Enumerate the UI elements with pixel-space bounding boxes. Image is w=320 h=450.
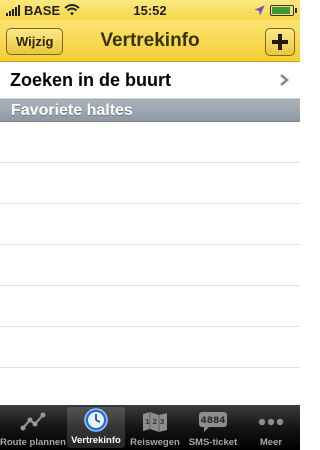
location-arrow-icon [254,5,265,15]
clock-icon [81,407,111,433]
status-bar: BASE 15:52 [0,0,300,20]
status-left: BASE [6,3,116,18]
more-icon [256,409,286,435]
empty-list-row [0,122,300,163]
status-time: 15:52 [133,2,167,18]
tab-bar: Route plannen Vertrekinfo 1 2 3 Reiswege… [0,405,300,450]
tab-label: Vertrekinfo [71,435,121,446]
tab-route-planner[interactable]: Route plannen [0,405,66,450]
tab-departure-info[interactable]: Vertrekinfo [66,407,125,448]
add-button[interactable] [265,28,295,56]
empty-list-row [0,327,300,368]
signal-icon [6,4,20,16]
navigation-bar: Wijzig Vertrekinfo [0,20,300,62]
app-screen: BASE 15:52 Wijzig Vertrekinfo Zoeken in … [0,0,300,450]
tab-routes[interactable]: 1 2 3 Reiswegen [126,405,184,450]
carrier-name: BASE [24,2,61,18]
chevron-right-icon [280,74,290,86]
battery-icon [270,4,297,16]
section-header-favorites: Favoriete haltes [0,99,300,122]
page-title: Vertrekinfo [100,29,200,51]
sms-badge-text: 4884 [200,416,225,426]
tab-sms-ticket[interactable]: 4884 SMS-ticket [184,405,242,450]
map-icon: 1 2 3 [140,409,170,435]
tab-label: Meer [259,437,283,448]
empty-list-row [0,204,300,245]
search-nearby-row[interactable]: Zoeken in de buurt [0,62,300,99]
tab-more[interactable]: Meer [242,405,300,450]
empty-list-row [0,163,300,204]
empty-list-row [0,245,300,286]
sms-ticket-icon: 4884 [198,409,228,435]
tab-label: SMS-ticket [188,437,238,448]
status-right [184,4,297,16]
route-icon [18,409,48,435]
section-header-label: Favoriete haltes [11,101,133,119]
battery-fill [272,6,290,14]
empty-list-row [0,286,300,327]
svg-text:1 2 3: 1 2 3 [145,418,165,426]
tab-label: Reiswegen [130,437,180,448]
edit-button[interactable]: Wijzig [6,28,64,55]
tab-label: Route plannen [0,437,66,448]
search-nearby-label: Zoeken in de buurt [10,69,172,90]
favorites-list [0,122,300,405]
wifi-icon [64,4,80,16]
plus-icon [272,34,288,50]
